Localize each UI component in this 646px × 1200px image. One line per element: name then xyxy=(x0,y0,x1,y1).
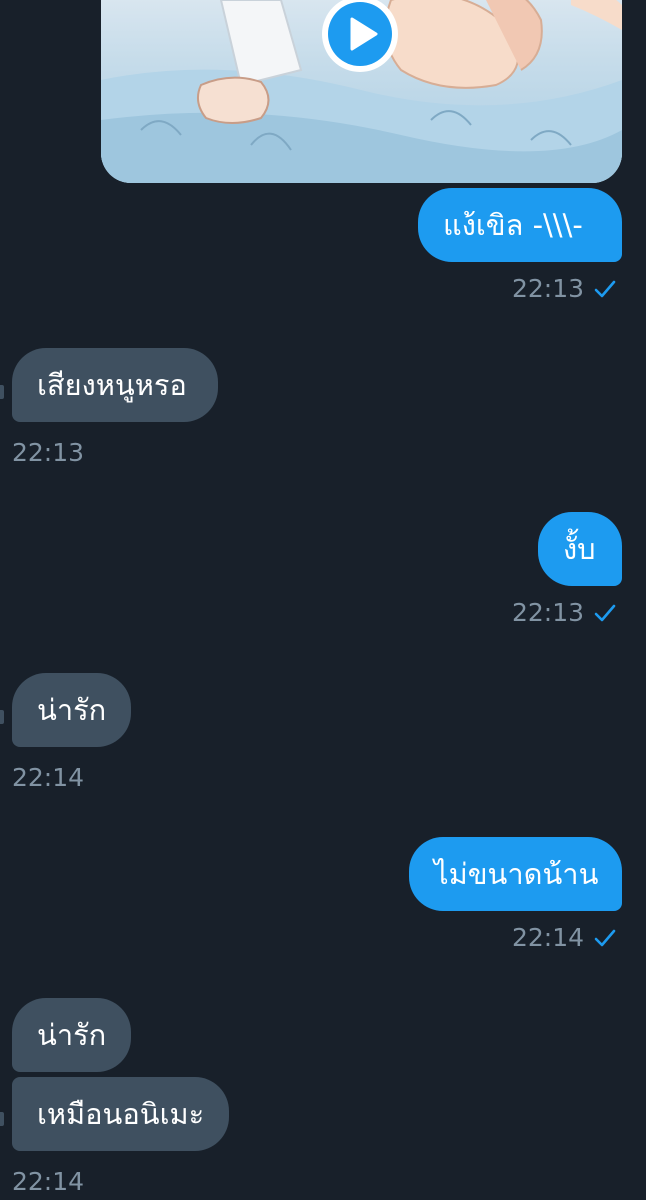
message-timestamp: 22:13 xyxy=(12,438,85,467)
incoming-message-bubble[interactable]: เหมือนอนิเมะ xyxy=(12,1077,229,1151)
message-timestamp: 22:13 xyxy=(512,598,616,628)
bubble-tail xyxy=(0,1112,4,1126)
message-timestamp: 22:14 xyxy=(12,763,85,792)
bubble-tail xyxy=(0,385,4,399)
chat-screen: แง้เขิล -\\\- 22:13 เสียงหนูหรอ 22:13 งั… xyxy=(0,0,646,1200)
check-icon xyxy=(594,929,616,947)
check-icon xyxy=(594,604,616,622)
timestamp-text: 22:14 xyxy=(511,923,584,952)
check-icon xyxy=(594,280,616,298)
message-timestamp: 22:14 xyxy=(512,923,616,953)
timestamp-text: 22:13 xyxy=(511,598,584,627)
outgoing-message-bubble[interactable]: แง้เขิล -\\\- xyxy=(418,188,622,262)
play-button[interactable] xyxy=(322,0,398,72)
message-timestamp: 22:14 xyxy=(12,1167,85,1196)
timestamp-text: 22:13 xyxy=(511,274,584,303)
outgoing-message-bubble[interactable]: ไม่ขนาดน้าน xyxy=(409,837,622,911)
video-message-thumbnail[interactable] xyxy=(101,0,622,183)
message-timestamp: 22:13 xyxy=(512,274,616,304)
bubble-tail xyxy=(0,710,4,724)
play-icon xyxy=(350,17,378,51)
outgoing-message-bubble[interactable]: งั้บ xyxy=(538,512,622,586)
incoming-message-bubble[interactable]: น่ารัก xyxy=(12,673,131,747)
incoming-message-bubble[interactable]: เสียงหนูหรอ xyxy=(12,348,218,422)
incoming-message-bubble[interactable]: น่ารัก xyxy=(12,998,131,1072)
